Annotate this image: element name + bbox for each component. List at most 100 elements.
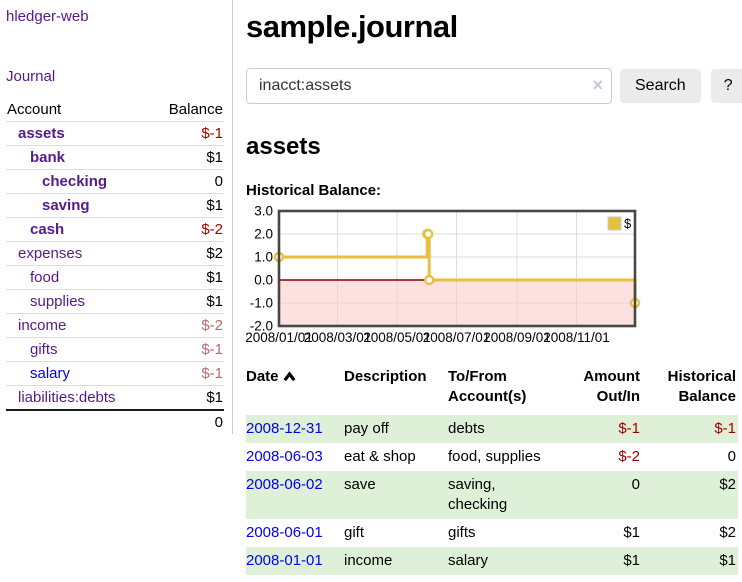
sidebar-item-journal[interactable]: Journal	[6, 68, 55, 85]
chart-canvas: $3.02.01.00.0-1.0-2.02008/01/012008/03/0…	[246, 206, 644, 350]
transaction-accounts: gifts	[448, 519, 560, 547]
account-row: supplies $1	[6, 290, 224, 314]
sidebar: hledger-web Journal Account Balance asse…	[0, 0, 233, 434]
account-row: checking 0	[6, 170, 224, 194]
transaction-description: pay off	[344, 415, 448, 443]
register-col-amount-line1: Amount	[583, 368, 640, 385]
svg-text:-1.0: -1.0	[250, 296, 273, 311]
register-col-account-line1: To/From	[448, 368, 507, 385]
svg-text:2008/01/01: 2008/01/01	[245, 330, 313, 345]
transaction-balance: $-1	[642, 415, 738, 443]
account-balance: 0	[151, 170, 224, 194]
transaction-accounts: salary	[448, 547, 560, 575]
account-link-cash[interactable]: cash	[30, 221, 64, 238]
accounts-table: Account Balance assets $-1 bank $1 check…	[6, 98, 224, 434]
account-link-food[interactable]: food	[30, 269, 59, 286]
account-link-salary[interactable]: salary	[30, 365, 70, 382]
chart-label: Historical Balance:	[246, 182, 742, 199]
account-link-bank[interactable]: bank	[30, 149, 65, 166]
account-link-assets[interactable]: assets	[18, 125, 65, 142]
transaction-description: gift	[344, 519, 448, 547]
app-layout: hledger-web Journal Account Balance asse…	[0, 0, 742, 575]
svg-text:2008/03/01: 2008/03/01	[304, 330, 372, 345]
accounts-col-balance: Balance	[151, 98, 224, 122]
svg-text:2008/05/01: 2008/05/01	[363, 330, 431, 345]
help-button[interactable]: ?	[711, 69, 742, 103]
transaction-balance: $2	[642, 519, 738, 547]
register-row: 2008-06-02 save saving, checking 0 $2	[246, 471, 738, 519]
register-table: Date Description To/From Account(s) Amou…	[246, 365, 738, 575]
section-title: assets	[246, 133, 742, 161]
account-link-liabilities-debts[interactable]: liabilities:debts	[18, 389, 116, 406]
search-form: × Search ?	[246, 68, 742, 104]
register-col-description: Description	[344, 365, 448, 415]
register-col-date-label: Date	[246, 368, 279, 385]
transaction-description: income	[344, 547, 448, 575]
register-row: 2008-12-31 pay off debts $-1 $-1	[246, 415, 738, 443]
sort-ascending-icon	[283, 368, 296, 388]
account-row: salary $-1	[6, 362, 224, 386]
register-col-balance-line2: Balance	[678, 388, 736, 405]
register-col-amount-line2: Out/In	[597, 388, 640, 405]
page-title: sample.journal	[246, 9, 742, 45]
svg-text:2008/07/01: 2008/07/01	[423, 330, 491, 345]
account-row: liabilities:debts $1	[6, 386, 224, 411]
account-balance: $-1	[151, 338, 224, 362]
register-col-account-line2: Account(s)	[448, 388, 526, 405]
transaction-amount: $1	[560, 547, 642, 575]
svg-text:3.0: 3.0	[254, 204, 273, 219]
account-balance: $1	[151, 386, 224, 411]
transaction-accounts: food, supplies	[448, 443, 560, 471]
account-balance: $1	[151, 194, 224, 218]
transaction-accounts: debts	[448, 415, 560, 443]
accounts-total-balance: 0	[151, 410, 224, 434]
register-col-balance: Historical Balance	[642, 365, 738, 415]
account-balance: $-2	[151, 314, 224, 338]
account-link-supplies[interactable]: supplies	[30, 293, 85, 310]
transaction-amount: $-2	[560, 443, 642, 471]
account-balance: $-2	[151, 218, 224, 242]
search-input[interactable]	[246, 68, 612, 104]
register-header-row: Date Description To/From Account(s) Amou…	[246, 365, 738, 415]
account-row: saving $1	[6, 194, 224, 218]
search-input-wrap: ×	[246, 68, 612, 104]
transaction-date-link[interactable]: 2008-01-01	[246, 552, 323, 569]
svg-text:$: $	[624, 216, 632, 231]
transaction-date-link[interactable]: 2008-12-31	[246, 420, 323, 437]
transaction-date-link[interactable]: 2008-06-01	[246, 524, 323, 541]
account-balance: $2	[151, 242, 224, 266]
app-title-link[interactable]: hledger-web	[6, 8, 89, 25]
svg-text:2008/09/01: 2008/09/01	[483, 330, 551, 345]
account-balance: $1	[151, 290, 224, 314]
account-row: income $-2	[6, 314, 224, 338]
account-balance: $1	[151, 266, 224, 290]
account-row: gifts $-1	[6, 338, 224, 362]
transaction-date-link[interactable]: 2008-06-03	[246, 448, 323, 465]
clear-search-icon[interactable]: ×	[592, 75, 603, 95]
search-button[interactable]: Search	[620, 69, 701, 103]
accounts-total-row: 0	[6, 410, 224, 434]
svg-text:1.0: 1.0	[254, 250, 273, 265]
transaction-date-link[interactable]: 2008-06-02	[246, 476, 323, 493]
transaction-balance: $2	[642, 471, 738, 519]
register-col-date[interactable]: Date	[246, 365, 344, 415]
account-link-income[interactable]: income	[18, 317, 66, 334]
historical-balance-chart: $3.02.01.00.0-1.0-2.02008/01/012008/03/0…	[246, 206, 742, 350]
transaction-description: save	[344, 471, 448, 519]
register-row: 2008-06-03 eat & shop food, supplies $-2…	[246, 443, 738, 471]
svg-text:2.0: 2.0	[254, 227, 273, 242]
account-link-checking[interactable]: checking	[42, 173, 107, 190]
account-link-gifts[interactable]: gifts	[30, 341, 58, 358]
register-row: 2008-01-01 income salary $1 $1	[246, 547, 738, 575]
account-row: food $1	[6, 266, 224, 290]
account-row: cash $-2	[6, 218, 224, 242]
account-link-saving[interactable]: saving	[42, 197, 90, 214]
account-link-expenses[interactable]: expenses	[18, 245, 82, 262]
account-row: expenses $2	[6, 242, 224, 266]
transaction-balance: 0	[642, 443, 738, 471]
account-row: bank $1	[6, 146, 224, 170]
account-balance: $-1	[151, 122, 224, 146]
main-content: sample.journal × Search ? assets Histori…	[233, 0, 742, 575]
register-col-amount: Amount Out/In	[560, 365, 642, 415]
svg-text:2008/11/01: 2008/11/01	[543, 330, 610, 345]
